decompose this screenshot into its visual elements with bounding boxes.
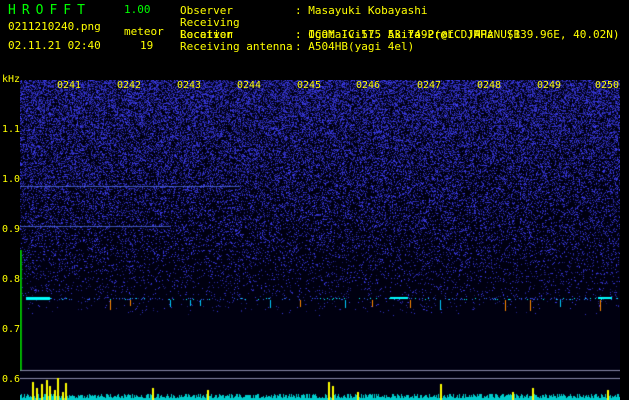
time-tick-label: 0243 <box>177 80 202 91</box>
time-tick-label: 0249 <box>537 80 562 91</box>
y-tick-label: 0.7 <box>2 324 21 335</box>
axis-unit-label: kHz <box>2 74 21 85</box>
time-tick-label: 0242 <box>117 80 142 91</box>
time-tick-label: 0246 <box>356 80 381 91</box>
y-tick-label: 1.1 <box>2 124 21 135</box>
meteor-label: meteor <box>124 25 164 38</box>
spectrogram-canvas <box>20 80 620 400</box>
time-tick-label: 0244 <box>237 80 262 91</box>
y-tick-label: 0.9 <box>2 224 21 235</box>
y-tick-label: 0.8 <box>2 274 21 285</box>
y-tick-label: 0.6 <box>2 374 21 385</box>
time-tick-label: 0250 <box>595 80 620 91</box>
file-name: 0211210240.png <box>8 20 101 33</box>
time-tick-label: 0241 <box>57 80 82 91</box>
info-observer-value: : Masayuki Kobayashi <box>295 4 428 17</box>
meteor-count: 19 <box>140 39 154 52</box>
info-antenna-value: : A504HB(yagi 4el) <box>295 40 415 53</box>
info-antenna-key: Receiving antenna <box>180 40 293 53</box>
info-antenna: Receiving antenna: A504HB(yagi 4el) <box>180 41 414 53</box>
time-tick-label: 0248 <box>477 80 502 91</box>
record-datetime: 02.11.21 02:40 <box>8 39 101 52</box>
app-title: HROFFT <box>8 3 91 18</box>
app-version: 1.00 <box>124 3 151 16</box>
time-tick-label: 0247 <box>417 80 442 91</box>
y-tick-label: 1.0 <box>2 174 21 185</box>
time-tick-label: 0245 <box>297 80 322 91</box>
